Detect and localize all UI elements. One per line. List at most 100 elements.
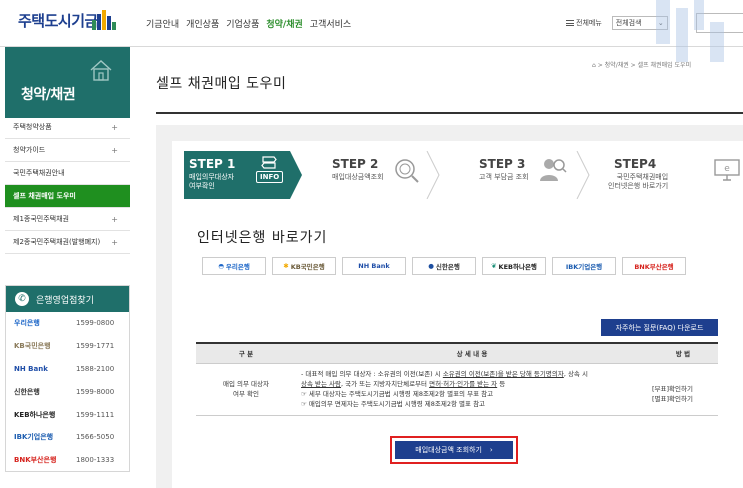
step-description: 매입의무대상자 여부확인 bbox=[189, 173, 235, 190]
cta-highlight: 매입대상금액 조회하기 › bbox=[390, 436, 518, 464]
detail-emphasis: 소유권의 이전(보존)을 받은 당해 등기명의자 bbox=[442, 370, 564, 378]
table-header-detail: 상 세 내 용 bbox=[296, 342, 648, 364]
bank-link-shinhan[interactable]: ● 신한은행 bbox=[412, 257, 476, 275]
hamburger-icon bbox=[566, 20, 574, 26]
bank-tel: 1566-5050 bbox=[76, 433, 115, 442]
step-indicator: STEP 1 매입의무대상자 여부확인 INFO STEP 2 매입대상금액조회… bbox=[184, 151, 743, 199]
detail-line: - 대표적 매입 의무 대상자 : 소유권의 이전(보존) 시 소유권의 이전(… bbox=[301, 369, 643, 379]
chevron-right-icon bbox=[426, 151, 440, 199]
gnb-personal-products[interactable]: 개인상품 bbox=[186, 17, 219, 30]
gnb-subscription-bonds[interactable]: 청약/채권 bbox=[266, 17, 302, 30]
step-number: STEP 2 bbox=[332, 157, 379, 171]
breadcrumb: ⌂ > 청약/채권 > 셀프 채권매입 도우미 bbox=[592, 62, 692, 69]
sidebar-item-subscription-guide[interactable]: 청약가이드 + bbox=[5, 139, 130, 162]
sidebar-header: 청약/채권 bbox=[5, 47, 130, 118]
detail-text: - 대표적 매입 의무 대상자 : 소유권의 이전(보존) 시 bbox=[301, 370, 443, 378]
chevron-right-icon: › bbox=[489, 446, 493, 454]
bank-link-kb[interactable]: ✱ KB국민은행 bbox=[272, 257, 336, 275]
gnb-fund-info[interactable]: 기금안내 bbox=[146, 17, 179, 30]
page-title: 셀프 채권매입 도우미 bbox=[156, 76, 287, 92]
bank-tel: 1599-1771 bbox=[76, 342, 115, 351]
bank-link-label: IBK기업은행 bbox=[565, 263, 603, 271]
faq-download-button[interactable]: 자주하는 질문(FAQ) 다운로드 bbox=[601, 319, 718, 336]
bank-link-bnk[interactable]: BNK부산은행 bbox=[622, 257, 686, 275]
sidebar-item-housing-subscription[interactable]: 주택청약상품 + bbox=[5, 116, 130, 139]
section-title: 인터넷은행 바로가기 bbox=[197, 230, 328, 246]
sidebar-item-type1-bond[interactable]: 제1종국민주택채권 + bbox=[5, 208, 130, 231]
appendix-table-link[interactable]: [부표]확인하기 bbox=[652, 384, 718, 394]
gnb-business-products[interactable]: 기업상품 bbox=[226, 17, 259, 30]
all-menu-label: 전체메뉴 bbox=[576, 19, 602, 27]
sidebar-title: 청약/채권 bbox=[21, 87, 76, 103]
bank-name: NH Bank bbox=[14, 364, 48, 373]
bank-link-label: 신한은행 bbox=[435, 263, 460, 271]
plus-icon: + bbox=[111, 215, 118, 224]
signpost-icon bbox=[261, 156, 277, 169]
step-4[interactable]: STEP4 국민주택채권매입 인터넷은행 바로가기 bbox=[604, 151, 714, 199]
decorative-bars bbox=[652, 0, 743, 62]
sidebar-item-label: 제2종국민주택채권(발행폐지) bbox=[13, 238, 101, 246]
sidebar-item-label: 주택청약상품 bbox=[13, 123, 52, 131]
bank-row-keb-hana[interactable]: KEB하나은행 1599-1111 bbox=[6, 403, 129, 426]
bank-link-ibk[interactable]: IBK기업은행 bbox=[552, 257, 616, 275]
bank-name: 신한은행 bbox=[14, 387, 40, 396]
bank-row-shinhan[interactable]: 신한은행 1599-8000 bbox=[6, 380, 129, 403]
annex-table-link[interactable]: [별표]확인하기 bbox=[652, 394, 718, 404]
table-row: 매입 의무 대상자 여부 확인 - 대표적 매입 의무 대상자 : 소유권의 이… bbox=[196, 363, 718, 416]
bank-name: KB국민은행 bbox=[14, 342, 51, 351]
kb-logo-icon: ✱ bbox=[283, 262, 289, 270]
bank-link-label: KB국민은행 bbox=[290, 263, 325, 271]
bank-name: IBK기업은행 bbox=[14, 433, 54, 442]
bank-tel: 1588-2100 bbox=[76, 364, 115, 373]
all-menu-button[interactable]: 전체메뉴 bbox=[566, 18, 602, 28]
detail-text: 등 bbox=[497, 380, 506, 388]
bank-row-bnk[interactable]: BNK부산은행 1800-1333 bbox=[6, 449, 129, 472]
bank-finder-header[interactable]: ✆ 은행영업점찾기 bbox=[6, 286, 129, 312]
sidebar-item-bond-info[interactable]: 국민주택채권안내 bbox=[5, 162, 130, 185]
bank-tel: 1599-1111 bbox=[76, 410, 115, 419]
bank-link-woori[interactable]: ◓ 우리은행 bbox=[202, 257, 266, 275]
category-line: 여부 확인 bbox=[233, 390, 259, 398]
bank-row-nh[interactable]: NH Bank 1588-2100 bbox=[6, 358, 129, 381]
detail-emphasis: 상속 받는 사람 bbox=[301, 380, 342, 388]
sidebar-item-label: 청약가이드 bbox=[13, 146, 46, 154]
step-number: STEP 1 bbox=[189, 157, 236, 171]
logo-mark-icon bbox=[92, 10, 116, 30]
phone-icon: ✆ bbox=[15, 292, 29, 306]
site-header: 주택도시기금 기금안내 개인상품 기업상품 청약/채권 고객서비스 전체메뉴 전… bbox=[0, 0, 743, 47]
bank-row-woori[interactable]: 우리은행 1599-0800 bbox=[6, 312, 129, 335]
bank-name: KEB하나은행 bbox=[14, 410, 56, 419]
woori-logo-icon: ◓ bbox=[218, 262, 224, 270]
info-table: 구 분 상 세 내 용 방 법 매입 의무 대상자 여부 확인 - 대표적 매입… bbox=[196, 342, 718, 416]
bank-row-ibk[interactable]: IBK기업은행 1566-5050 bbox=[6, 426, 129, 449]
bank-tel: 1800-1333 bbox=[76, 456, 115, 465]
detail-text: , 상속 시 bbox=[563, 370, 588, 378]
sidebar-item-type2-bond[interactable]: 제2종국민주택채권(발행폐지) + bbox=[5, 231, 130, 254]
bank-link-nh[interactable]: NH Bank bbox=[342, 257, 406, 275]
detail-text: , 국가 또는 지방자치단체로부터 bbox=[341, 380, 430, 388]
detail-line: ☞ 세부 대상자는 주택도시기금법 시행령 제8조제2항 별표의 부표 참고 bbox=[301, 390, 494, 398]
plus-icon: + bbox=[111, 146, 118, 155]
sidebar-item-self-bond-helper[interactable]: 셀프 채권매입 도우미 bbox=[5, 185, 130, 208]
step-number: STEP 3 bbox=[479, 157, 526, 171]
magnifier-icon bbox=[395, 159, 419, 183]
site-logo[interactable]: 주택도시기금 bbox=[18, 10, 98, 31]
bank-link-label: 우리은행 bbox=[225, 263, 250, 271]
step-number: STEP4 bbox=[614, 157, 657, 171]
step-1[interactable]: STEP 1 매입의무대상자 여부확인 INFO bbox=[184, 151, 302, 199]
cta-label: 매입대상금액 조회하기 bbox=[415, 446, 482, 454]
bank-tel: 1599-8000 bbox=[76, 387, 115, 396]
info-badge: INFO bbox=[256, 171, 284, 183]
bank-link-keb-hana[interactable]: ❦ KEB하나은행 bbox=[482, 257, 546, 275]
step-description: 국민주택채권매입 인터넷은행 바로가기 bbox=[608, 173, 669, 190]
shinhan-logo-icon: ● bbox=[428, 262, 434, 270]
bank-name: BNK부산은행 bbox=[14, 456, 57, 465]
query-amount-button[interactable]: 매입대상금액 조회하기 › bbox=[395, 441, 513, 459]
sidebar-item-label: 셀프 채권매입 도우미 bbox=[13, 192, 76, 200]
search-scope-value: 전체검색 bbox=[615, 19, 642, 27]
sidebar-menu: 주택청약상품 + 청약가이드 + 국민주택채권안내 셀프 채권매입 도우미 제1종국… bbox=[5, 116, 130, 254]
bank-row-kb[interactable]: KB국민은행 1599-1771 bbox=[6, 335, 129, 358]
hana-logo-icon: ❦ bbox=[491, 262, 497, 270]
table-header-method: 방 법 bbox=[648, 342, 718, 364]
gnb-customer-service[interactable]: 고객서비스 bbox=[310, 17, 351, 30]
